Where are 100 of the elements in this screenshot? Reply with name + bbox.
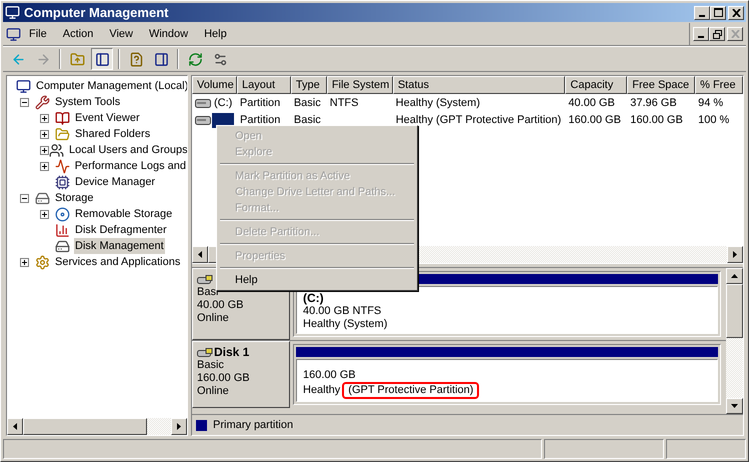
tree-item[interactable]: Local Users and Groups — [68, 142, 187, 158]
up-arrow-icon — [731, 274, 738, 278]
column-header[interactable]: Free Space — [627, 76, 696, 94]
legend-label: Primary partition — [213, 418, 294, 433]
scroll-right-button[interactable] — [727, 246, 743, 263]
disk-status: Online — [197, 385, 230, 398]
maximize-icon — [714, 8, 722, 17]
expand-icon[interactable] — [40, 130, 49, 138]
tree-item[interactable]: Shared Folders — [74, 126, 152, 142]
computer-icon — [16, 78, 31, 94]
scroll-left-button[interactable] — [192, 246, 208, 263]
disk-size: 160.00 GB — [197, 372, 251, 385]
left-arrow-icon — [198, 251, 202, 258]
scroll-up-button[interactable] — [726, 268, 743, 284]
show-tree-button[interactable] — [91, 48, 113, 70]
column-header[interactable]: Type — [290, 76, 327, 94]
maximize-button[interactable] — [710, 6, 726, 20]
expand-icon[interactable] — [40, 146, 49, 154]
expand-icon[interactable] — [40, 114, 49, 122]
help-icon — [128, 52, 144, 66]
menu-bar-item[interactable]: File — [21, 26, 55, 42]
expand-icon[interactable] — [40, 210, 49, 218]
restore-icon — [712, 30, 722, 38]
column-header[interactable]: Status — [392, 76, 566, 94]
wrench-icon — [35, 94, 50, 110]
users-icon — [49, 142, 64, 158]
close-icon — [732, 8, 740, 16]
document-icon — [6, 26, 21, 42]
disc-icon — [55, 206, 70, 222]
partition-status: Healthy (System) — [303, 318, 388, 331]
partition-detail: 40.00 GB NTFS — [303, 305, 382, 318]
scroll-left-button[interactable] — [7, 418, 23, 435]
close-icon — [730, 30, 740, 38]
table-cell-text: Basic — [294, 113, 321, 128]
partition-block[interactable]: (C:) 40.00 GB NTFS Healthy (System) — [293, 271, 721, 337]
collapse-icon[interactable] — [20, 194, 29, 202]
restore-button[interactable] — [709, 27, 725, 41]
folder-up-icon — [70, 52, 84, 66]
right-arrow-icon — [177, 423, 181, 430]
table-cell-text: 94 % — [698, 96, 724, 112]
tree-item[interactable]: Disk Defragmenter — [74, 222, 168, 238]
collapse-icon[interactable] — [20, 98, 29, 106]
scroll-down-button[interactable] — [726, 398, 743, 414]
tree-item[interactable]: Services and Applications — [54, 254, 182, 270]
panel-icon — [154, 52, 168, 66]
disk-label-panel[interactable]: Disk 1 Basic 160.00 GB Online — [192, 341, 290, 408]
tree-item[interactable]: System Tools — [54, 94, 122, 110]
table-cell-text: 100 % — [698, 113, 730, 128]
settings-icon — [212, 52, 228, 66]
tree-item[interactable]: Device Manager — [74, 174, 156, 190]
disk-type: Basic — [197, 359, 225, 372]
computer-icon — [5, 5, 20, 20]
partition-status: Healthy — [303, 384, 340, 397]
menu-bar-item[interactable]: Window — [140, 26, 196, 42]
right-arrow-icon — [36, 52, 50, 66]
book-icon — [55, 110, 70, 126]
partition-block[interactable]: 160.00 GB Healthy (GPT Protective Partition) — [293, 344, 721, 405]
column-header[interactable]: Capacity — [565, 76, 628, 94]
gear-icon — [35, 254, 50, 270]
table-cell-text: 40.00 GB — [568, 96, 615, 112]
drive-icon — [195, 116, 211, 125]
expand-icon[interactable] — [40, 162, 49, 170]
column-header[interactable]: Layout — [237, 76, 291, 94]
column-header[interactable]: Volume — [192, 76, 237, 94]
tree-item[interactable]: Storage — [54, 190, 95, 206]
minimize-icon — [698, 36, 704, 38]
partition-detail: 160.00 GB — [303, 369, 357, 382]
column-header[interactable]: % Free — [695, 76, 744, 94]
scroll-thumb[interactable] — [23, 418, 147, 435]
chip-icon — [55, 174, 70, 190]
minimize-icon — [699, 14, 705, 16]
scroll-thumb[interactable] — [726, 284, 743, 338]
tree-item[interactable]: Performance Logs and — [74, 158, 187, 174]
tree-item[interactable]: Disk Management — [74, 238, 165, 254]
table-cell-text: NTFS — [330, 96, 358, 112]
tree-item[interactable]: Event Viewer — [74, 110, 141, 126]
minimize-button[interactable] — [694, 6, 710, 20]
menu-bar-item[interactable]: Help — [196, 26, 235, 42]
drive-icon — [195, 99, 211, 108]
right-arrow-icon — [733, 251, 737, 258]
close-button[interactable] — [728, 6, 744, 20]
menu-bar-item[interactable]: View — [101, 26, 141, 42]
minimize-button[interactable] — [693, 27, 709, 41]
tree-item[interactable]: Removable Storage — [74, 206, 174, 222]
bar-chart-icon — [55, 222, 70, 238]
down-arrow-icon — [731, 404, 738, 408]
column-header[interactable]: File System — [326, 76, 393, 94]
partition-label: (C:) — [303, 292, 325, 305]
menu-bar-item[interactable]: Action — [54, 26, 102, 42]
table-cell-text: 160.00 GB — [630, 113, 683, 128]
scroll-right-button[interactable] — [171, 418, 187, 435]
table-cell-text: Partition — [240, 96, 280, 112]
table-cell-text: Partition — [240, 113, 280, 128]
table-cell-text: Basic — [294, 96, 321, 112]
table-row[interactable]: (C:) Partition Basic NTFS Healthy (System) 40.00 GB 37.96 GB 94 % — [192, 95, 743, 112]
table-cell-text: 37.96 GB — [630, 96, 677, 112]
partition-note: (GPT Protective Partition) — [342, 382, 480, 399]
expand-icon[interactable] — [20, 258, 29, 266]
disk-status: Online — [197, 312, 230, 325]
drive-icon — [55, 238, 70, 254]
